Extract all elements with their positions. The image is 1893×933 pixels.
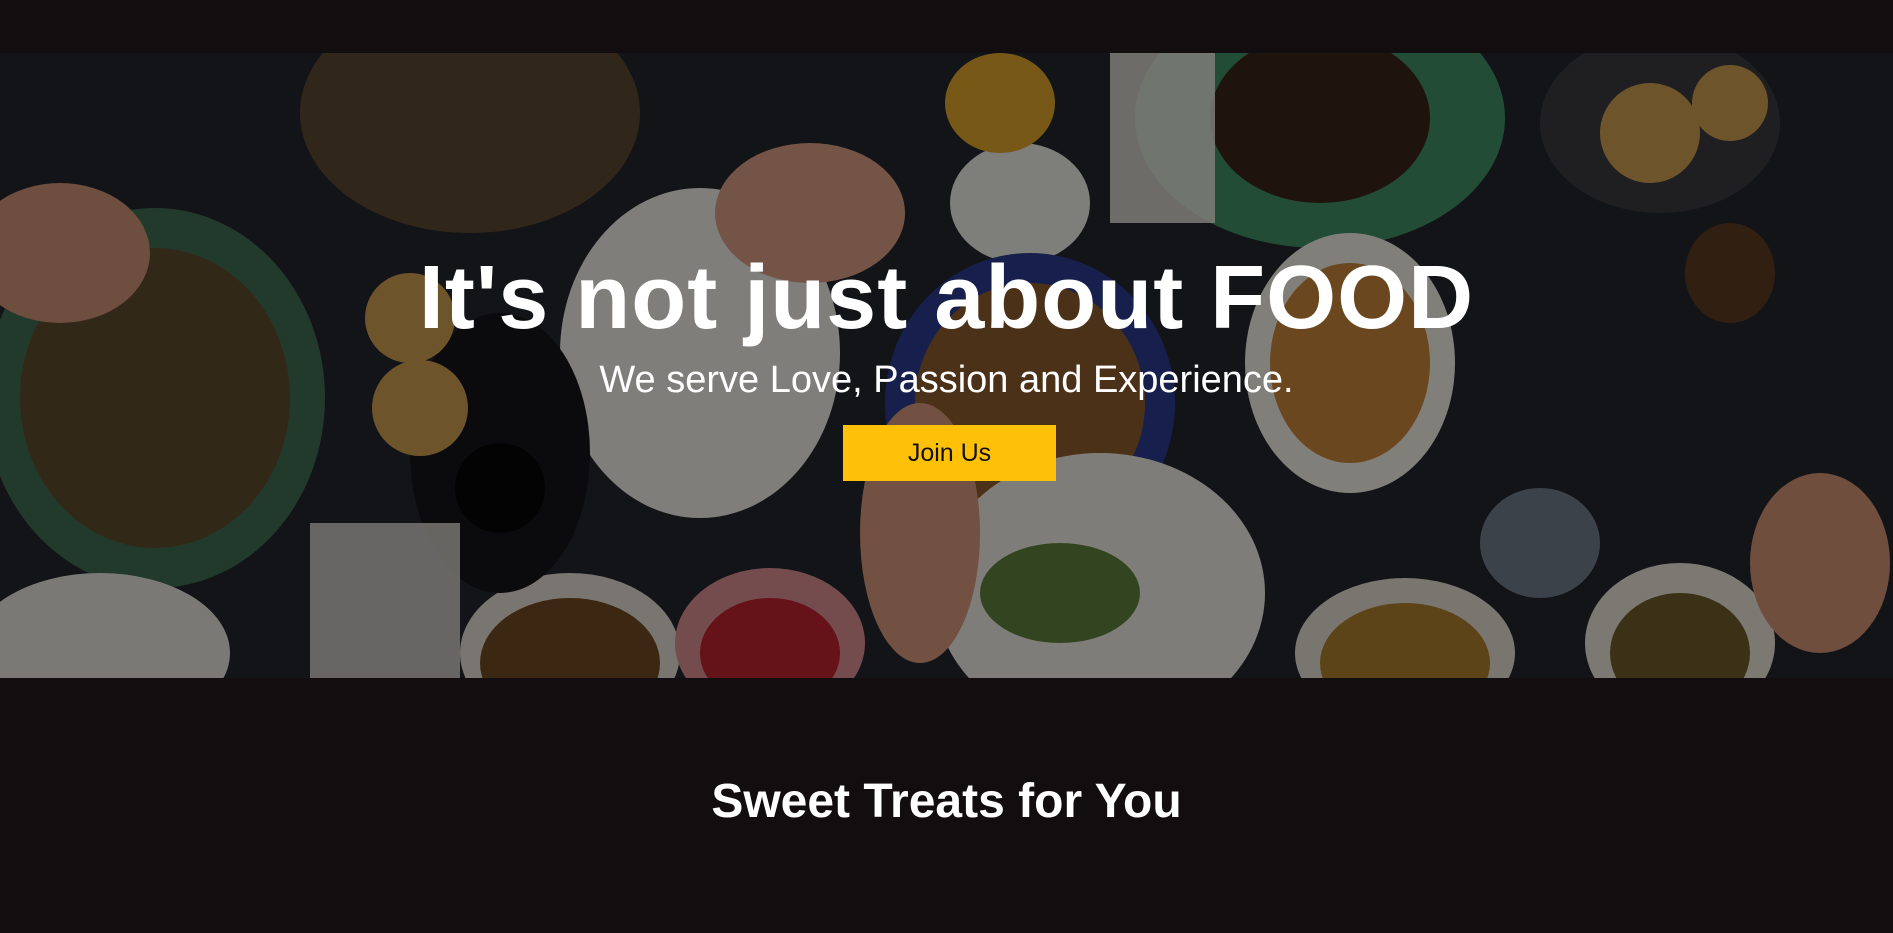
hero-subtitle: We serve Love, Passion and Experience. bbox=[599, 359, 1294, 401]
section-title: Sweet Treats for You bbox=[711, 775, 1182, 828]
hero-banner: It's not just about FOOD We serve Love, … bbox=[0, 53, 1893, 678]
hero-title: It's not just about FOOD bbox=[418, 248, 1475, 348]
join-us-button[interactable]: Join Us bbox=[843, 425, 1056, 481]
top-bar bbox=[0, 0, 1893, 53]
hero-content: It's not just about FOOD We serve Love, … bbox=[0, 53, 1893, 678]
page: It's not just about FOOD We serve Love, … bbox=[0, 0, 1893, 933]
